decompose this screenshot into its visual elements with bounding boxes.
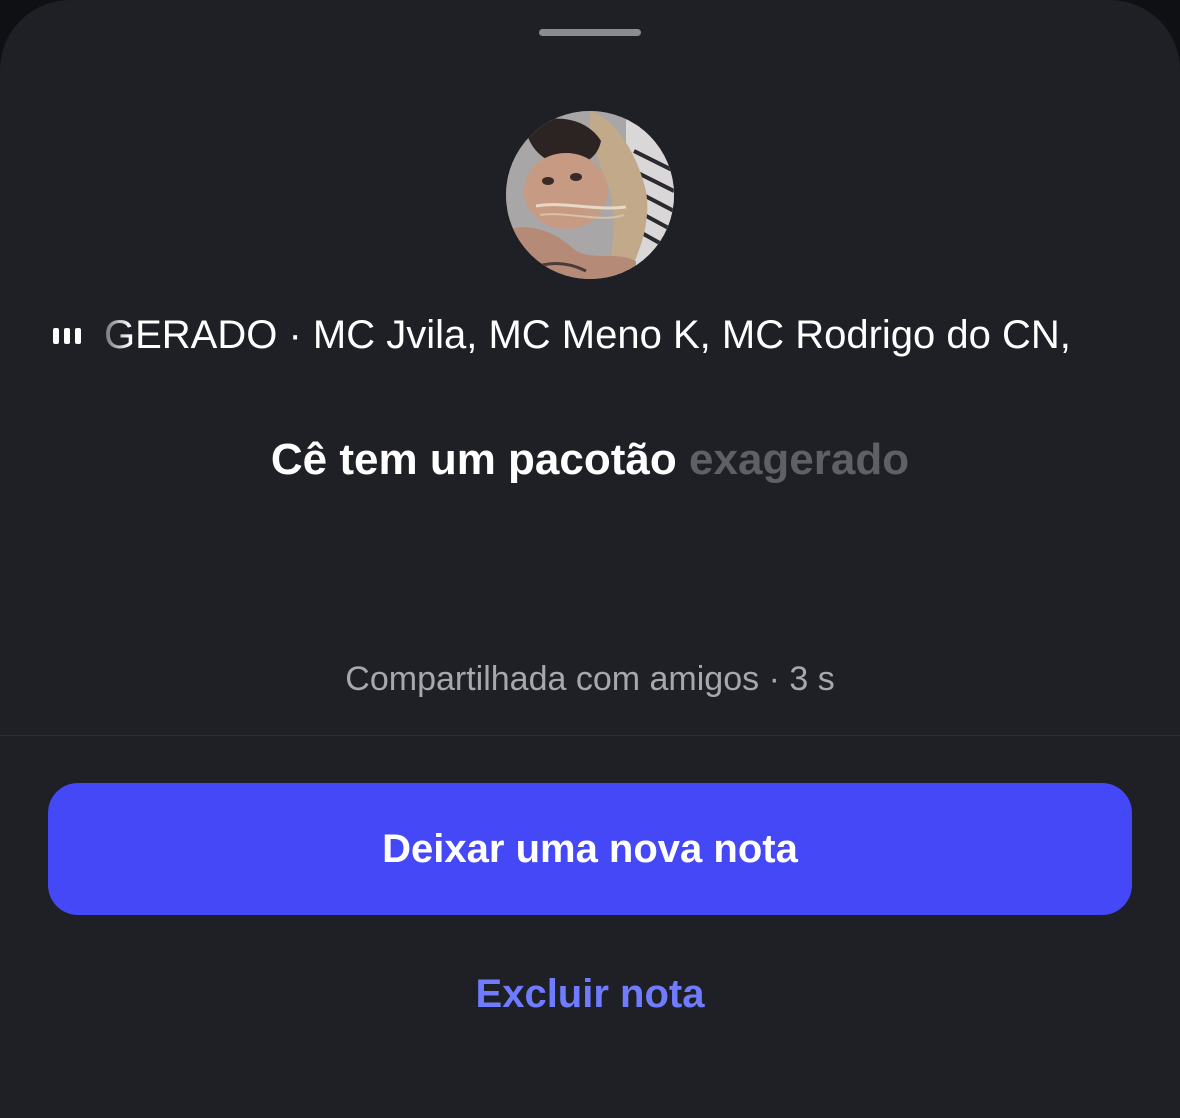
avatar-photo <box>506 111 674 279</box>
drag-handle[interactable] <box>539 29 641 36</box>
music-info-row[interactable]: GERADO · MC Jvila, MC Meno K, MC Rodrigo… <box>0 308 1180 362</box>
note-bottom-sheet: GERADO · MC Jvila, MC Meno K, MC Rodrigo… <box>0 0 1180 1118</box>
lyric-line: Cê tem um pacotão exagerado <box>0 430 1180 490</box>
delete-note-button[interactable]: Excluir nota <box>390 962 790 1026</box>
track-separator: · <box>277 313 313 357</box>
track-artists: MC Jvila, MC Meno K, MC Rodrigo do CN, <box>312 313 1071 357</box>
track-title: GERADO <box>104 313 278 357</box>
track-marquee: GERADO · MC Jvila, MC Meno K, MC Rodrigo… <box>104 308 1126 362</box>
lyric-upcoming: exagerado <box>689 435 910 484</box>
equalizer-icon <box>53 325 85 345</box>
new-note-button[interactable]: Deixar uma nova nota <box>48 783 1132 915</box>
share-status: Compartilhada com amigos · 3 s <box>345 660 835 698</box>
avatar <box>506 111 674 279</box>
lyric-current: Cê tem um pacotão <box>270 435 677 484</box>
divider <box>0 735 1180 736</box>
